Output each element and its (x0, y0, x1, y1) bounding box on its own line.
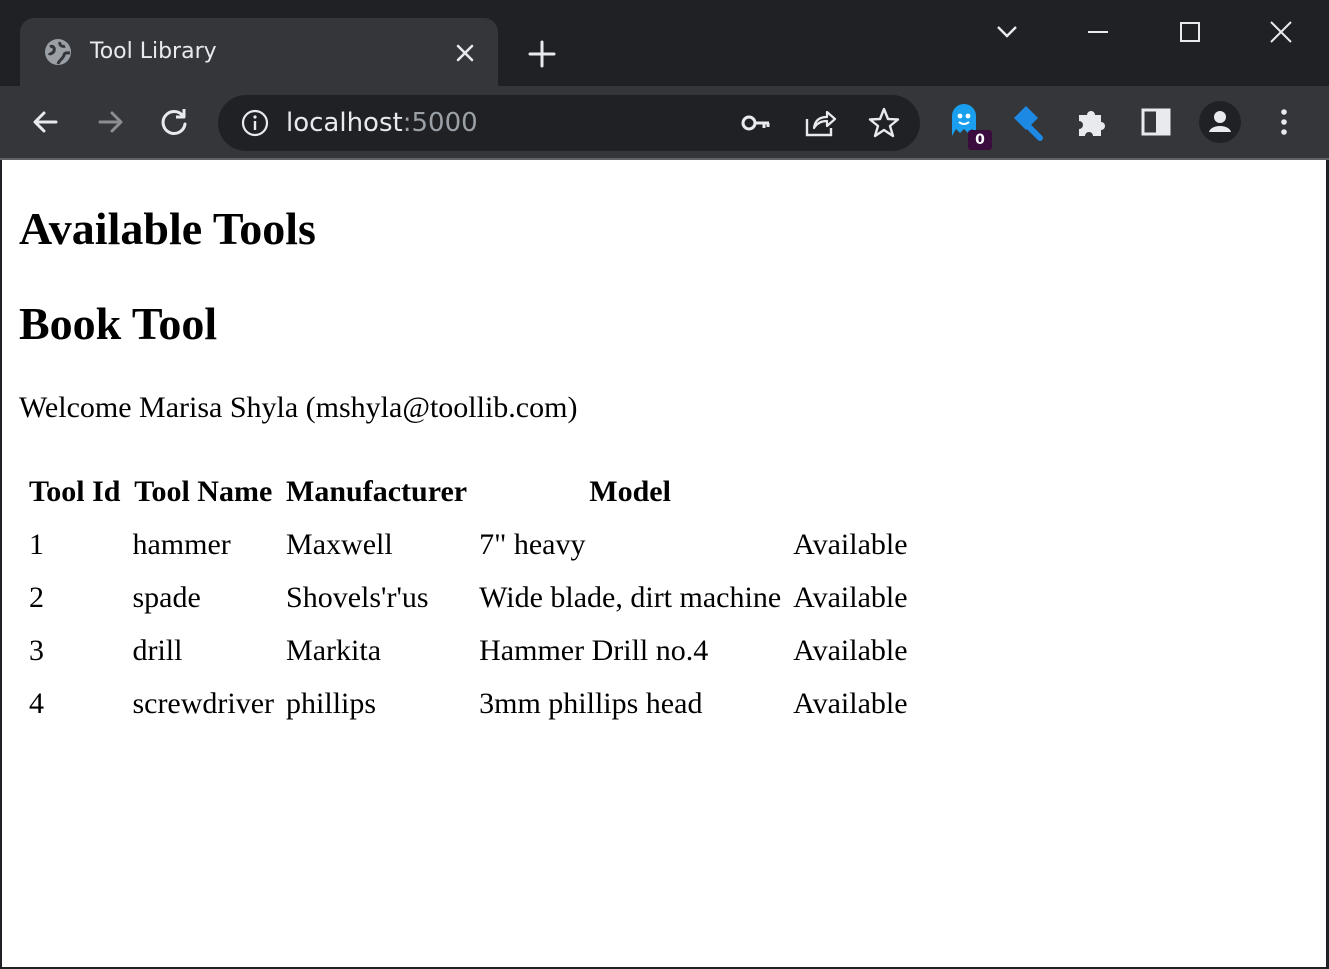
cell-status[interactable]: Available (789, 520, 911, 569)
cell-model: 7" heavy (479, 527, 586, 561)
cell-tool-name: screwdriver (132, 686, 275, 720)
cell-tool-id: 3 (29, 633, 44, 667)
kebab-menu-icon[interactable] (1262, 100, 1306, 144)
cell-model: Wide blade, dirt machine (479, 580, 782, 614)
page-content: Available Tools Book Tool Welcome Marisa… (2, 160, 1326, 967)
cell-tool-name: hammer (132, 527, 231, 561)
cell-model: 3mm phillips head (479, 686, 703, 720)
cell-manufacturer: Markita (286, 633, 382, 667)
cell-tool-id: 1 (29, 527, 44, 561)
tab-tool-library[interactable]: Tool Library (20, 18, 498, 86)
tools-table: Tool Id Tool Name Manufacturer Model 1 h… (21, 463, 916, 732)
cell-tool-id: 4 (29, 686, 44, 720)
cell-tool-name: drill (132, 633, 183, 667)
extension-badge: 0 (968, 130, 992, 150)
header-status (789, 467, 911, 516)
back-arrow-icon[interactable] (24, 100, 68, 144)
chevron-down-icon[interactable] (985, 10, 1029, 54)
profile-icon[interactable] (1198, 100, 1242, 144)
close-window-icon[interactable] (1259, 10, 1303, 54)
header-manufacturer: Manufacturer (286, 474, 468, 508)
header-model: Model (589, 474, 671, 508)
share-icon[interactable] (802, 105, 838, 141)
heading-available-tools: Available Tools (19, 203, 316, 254)
welcome-message: Welcome Marisa Shyla (mshyla@toollib.com… (19, 391, 578, 424)
cell-status[interactable]: Available (789, 626, 911, 675)
heading-book-tool: Book Tool (19, 298, 218, 349)
browser-window: Tool Library localhost:5000 0 Available … (0, 0, 1329, 969)
cell-status[interactable]: Available (789, 679, 911, 728)
cell-manufacturer: Shovels'r'us (286, 580, 429, 614)
cell-manufacturer: Maxwell (286, 527, 393, 561)
url-host: localhost (286, 108, 403, 138)
header-tool-name: Tool Name (134, 474, 273, 508)
cell-status[interactable]: Available (789, 573, 911, 622)
table-row: 1 hammer Maxwell 7" heavy Available (25, 520, 912, 569)
table-row: 4 screwdriver phillips 3mm phillips head… (25, 679, 912, 728)
cell-manufacturer: phillips (286, 686, 377, 720)
table-header-row: Tool Id Tool Name Manufacturer Model (25, 467, 912, 516)
side-panel-icon[interactable] (1134, 100, 1178, 144)
cell-tool-id: 2 (29, 580, 44, 614)
close-icon[interactable] (450, 38, 480, 68)
maximize-icon[interactable] (1168, 10, 1212, 54)
tab-strip: Tool Library (0, 0, 1329, 86)
globe-icon (45, 39, 71, 65)
tab-title: Tool Library (90, 39, 217, 64)
info-icon[interactable] (240, 108, 270, 138)
table-row: 2 spade Shovels'r'us Wide blade, dirt ma… (25, 573, 912, 622)
header-tool-id: Tool Id (29, 474, 121, 508)
reload-icon[interactable] (152, 100, 196, 144)
pen-icon[interactable] (1006, 100, 1050, 144)
url-port: :5000 (402, 108, 478, 138)
forward-arrow-icon[interactable] (88, 100, 132, 144)
cell-model: Hammer Drill no.4 (479, 633, 709, 667)
url-text[interactable]: localhost:5000 (286, 105, 478, 141)
key-icon[interactable] (738, 105, 774, 141)
star-icon[interactable] (866, 105, 902, 141)
browser-toolbar: localhost:5000 (0, 86, 1329, 159)
table-row: 3 drill Markita Hammer Drill no.4 Availa… (25, 626, 912, 675)
address-bar[interactable]: localhost:5000 (218, 95, 920, 151)
minimize-icon[interactable] (1076, 10, 1120, 54)
puzzle-icon[interactable] (1070, 100, 1114, 144)
cell-tool-name: spade (132, 580, 201, 614)
plus-icon[interactable] (522, 34, 562, 74)
